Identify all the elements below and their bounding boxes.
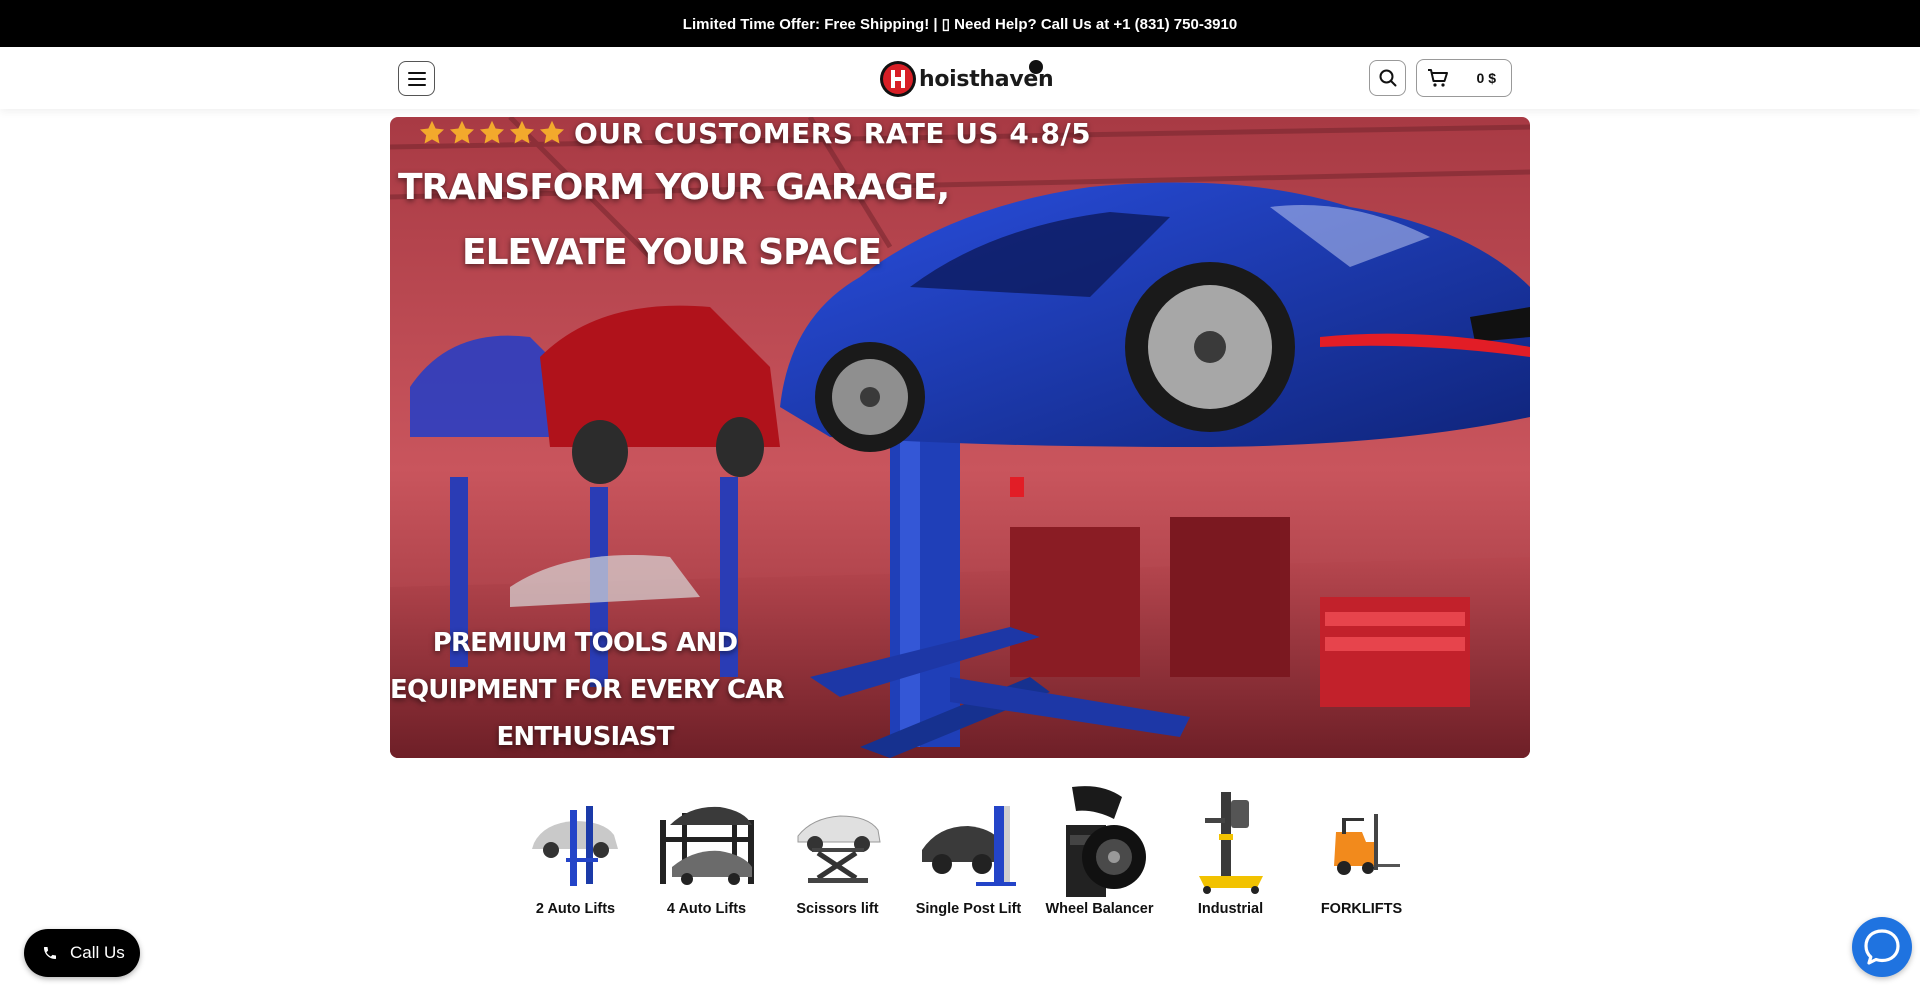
search-button[interactable]: [1369, 60, 1406, 96]
category-label: 4 Auto Lifts: [666, 901, 747, 917]
wheel-balancer-icon: [1045, 785, 1155, 900]
star-icon: [419, 120, 445, 144]
site-logo[interactable]: hoisthaven: [879, 59, 1054, 99]
hero-sub-line3: ENTHUSIAST: [496, 722, 674, 752]
category-list: 2 Auto Lifts 4 Auto Lifts Scissors lift …: [510, 785, 1427, 917]
single-post-lift-icon: [914, 785, 1024, 900]
category-item-wheel-balancer[interactable]: Wheel Balancer: [1034, 785, 1165, 917]
star-icon: [509, 120, 535, 144]
category-item-4-auto-lifts[interactable]: 4 Auto Lifts: [641, 785, 772, 917]
live-chat-button[interactable]: [1852, 917, 1912, 977]
hero-sub-line1: PREMIUM TOOLS AND: [432, 628, 738, 658]
scissor-lift-icon: [783, 785, 893, 900]
category-label: Single Post Lift: [915, 901, 1022, 917]
site-header: hoisthaven 0 $: [0, 47, 1920, 109]
category-item-2-auto-lifts[interactable]: 2 Auto Lifts: [510, 785, 641, 917]
announcement-bar: Limited Time Offer: Free Shipping! | ▯ N…: [0, 0, 1920, 47]
hero-headline-line1: TRANSFORM YOUR GARAGE,: [398, 167, 950, 208]
hero-banner[interactable]: OUR CUSTOMERS RATE US 4.8/5 TRANSFORM YO…: [390, 117, 1530, 758]
category-label: FORKLIFTS: [1320, 901, 1403, 917]
chat-bubble-icon: [1864, 929, 1900, 965]
rating-stars: [418, 119, 566, 147]
star-icon: [479, 120, 505, 144]
category-item-single-post-lift[interactable]: Single Post Lift: [903, 785, 1034, 917]
category-label: Industrial: [1197, 901, 1264, 917]
hero-rating: OUR CUSTOMERS RATE US 4.8/5: [418, 117, 1092, 150]
cart-total: 0 $: [1476, 70, 1496, 86]
forklift-icon: [1307, 785, 1417, 900]
call-us-label: Call Us: [70, 943, 125, 962]
category-label: Scissors lift: [796, 901, 879, 917]
phone-icon: [44, 947, 56, 959]
two-post-lift-icon: [521, 785, 631, 900]
search-icon: [1379, 69, 1396, 87]
hero-sub-line2: EQUIPMENT FOR EVERY CAR: [390, 675, 785, 705]
cart-button[interactable]: 0 $: [1416, 59, 1512, 97]
category-item-industrial[interactable]: Industrial: [1165, 785, 1296, 917]
rating-text: OUR CUSTOMERS RATE US 4.8/5: [574, 117, 1092, 150]
category-item-forklifts[interactable]: FORKLIFTS: [1296, 785, 1427, 917]
category-label: Wheel Balancer: [1045, 901, 1154, 917]
star-icon: [539, 120, 565, 144]
cart-icon: [1428, 69, 1448, 87]
four-post-lift-icon: [652, 785, 762, 900]
menu-button[interactable]: [398, 61, 435, 96]
hero-subheadline: PREMIUM TOOLS AND EQUIPMENT FOR EVERY CA…: [390, 620, 785, 758]
category-label: 2 Auto Lifts: [535, 901, 616, 917]
hero-headline-line2: ELEVATE YOUR SPACE: [462, 232, 882, 273]
call-us-button[interactable]: Call Us: [24, 929, 140, 977]
category-item-scissors-lift[interactable]: Scissors lift: [772, 785, 903, 917]
industrial-lift-icon: [1176, 785, 1286, 900]
logo-mark-icon: [880, 61, 916, 97]
logo-badge-icon: [1029, 60, 1043, 74]
announcement-text: Limited Time Offer: Free Shipping! | ▯ N…: [682, 15, 1238, 33]
star-icon: [449, 120, 475, 144]
hamburger-icon: [407, 71, 426, 86]
